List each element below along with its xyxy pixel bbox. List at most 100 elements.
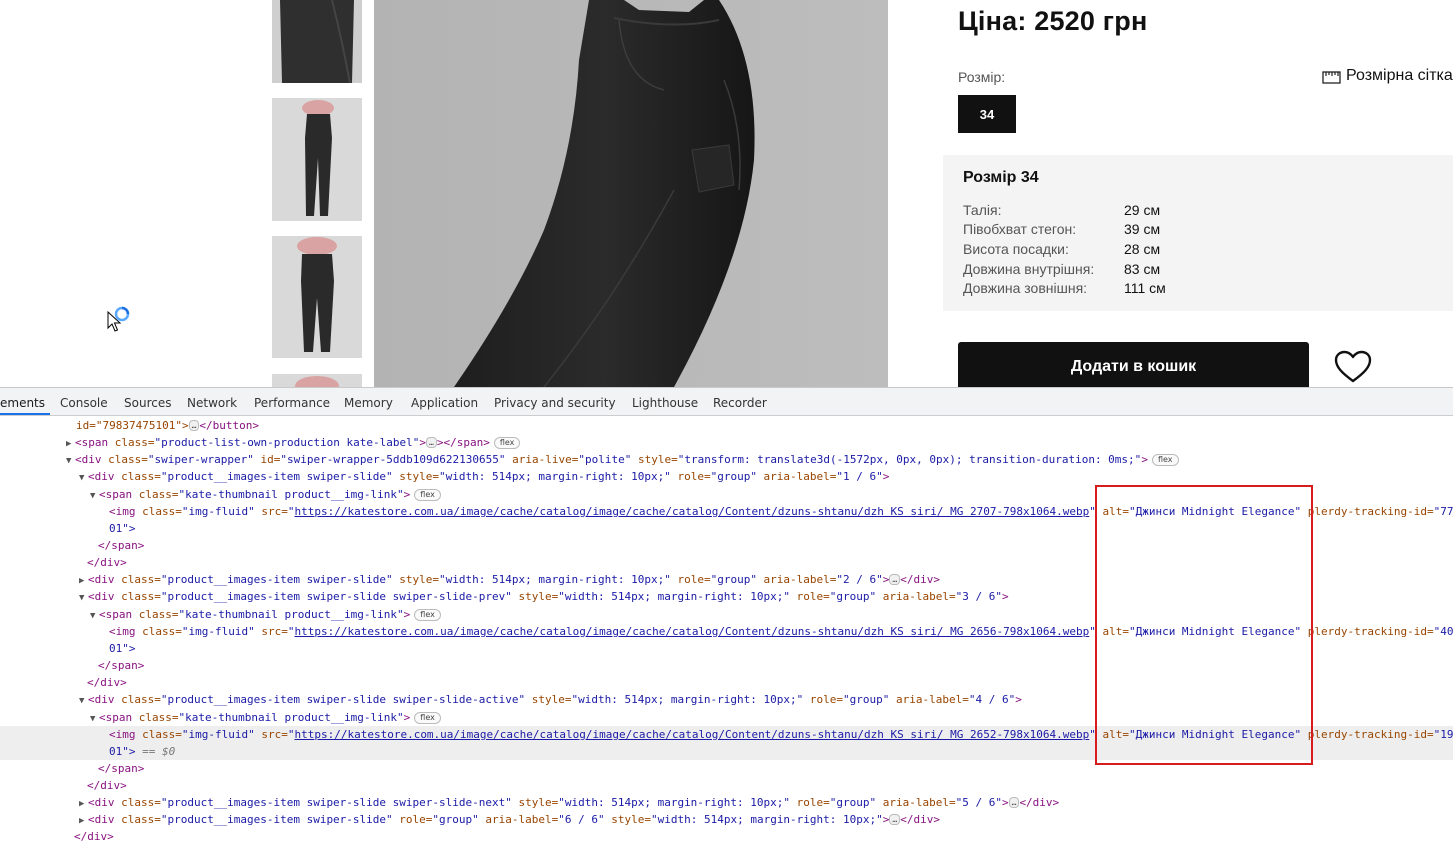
dom-value: "401: [1433, 625, 1453, 638]
alt-value: "Джинси Midnight Elegance": [1128, 728, 1302, 741]
dom-tag: </div>: [900, 813, 940, 826]
dom-line[interactable]: ▼ <span class="kate-thumbnail product__im…: [90, 709, 1453, 726]
dom-attr: id="79837475101">: [76, 419, 189, 432]
tab-memory[interactable]: Memory: [344, 396, 393, 410]
expand-arrow-icon[interactable]: ▶: [79, 796, 88, 811]
dom-line[interactable]: ▶ <div class="product__images-item swiper…: [79, 794, 1453, 811]
image-url-link[interactable]: https://katestore.com.ua/image/cache/cat…: [294, 625, 1089, 638]
dom-line[interactable]: ▼ <span class="kate-thumbnail product__im…: [90, 486, 1453, 503]
size-option-34[interactable]: 34: [958, 95, 1016, 133]
size-info-label: Талія:: [963, 202, 1002, 218]
tab-network[interactable]: Network: [187, 396, 237, 410]
collapse-arrow-icon[interactable]: ▼: [79, 590, 88, 605]
size-info-title: Розмір 34: [963, 169, 1039, 186]
dom-value: "product-list-own-production kate-label": [154, 436, 420, 449]
dom-value: "img-fluid": [181, 728, 255, 741]
dom-value: "product__images-item swiper-slide swipe…: [160, 590, 512, 603]
tab-application[interactable]: Application: [411, 396, 478, 410]
size-info-label: Довжина внутрішня:: [963, 261, 1095, 277]
collapse-arrow-icon[interactable]: ▼: [90, 711, 99, 726]
expand-arrow-icon[interactable]: ▶: [66, 436, 75, 451]
flex-badge[interactable]: flex: [414, 712, 441, 724]
dom-value: "3 / 6": [955, 590, 1002, 603]
collapse-arrow-icon[interactable]: ▼: [66, 453, 75, 468]
dom-value: "img-fluid": [181, 505, 255, 518]
dom-line[interactable]: ▶ <div class="product__images-item swiper…: [79, 571, 1453, 588]
flex-badge[interactable]: flex: [414, 489, 441, 501]
collapse-arrow-icon[interactable]: ▼: [90, 488, 99, 503]
dom-line[interactable]: </div>: [87, 674, 1453, 691]
collapsed-dots[interactable]: …: [889, 814, 901, 825]
dom-line-selected[interactable]: 01"> == $0: [0, 743, 1453, 760]
dom-line[interactable]: ▼ <div class="product__images-item swiper…: [79, 468, 1453, 485]
expand-arrow-icon[interactable]: ▶: [79, 573, 88, 588]
dom-line[interactable]: 01">: [109, 520, 1453, 537]
flex-badge[interactable]: flex: [1151, 454, 1179, 466]
thumbnail-image[interactable]: [272, 236, 362, 358]
dom-line[interactable]: id="79837475101">… </button>: [76, 417, 1453, 434]
dom-line[interactable]: </div>: [87, 554, 1453, 571]
dom-line[interactable]: </span>: [98, 537, 1453, 554]
flex-badge[interactable]: flex: [414, 609, 441, 621]
dom-line[interactable]: ▼ <span class="kate-thumbnail product__im…: [90, 606, 1453, 623]
dom-line[interactable]: ▼ <div class="swiper-wrapper" id="swiper-…: [66, 451, 1453, 468]
thumbnail-image[interactable]: [272, 0, 362, 83]
dom-line[interactable]: </span>: [98, 760, 1453, 777]
dom-line[interactable]: </div>: [87, 777, 1453, 794]
collapse-arrow-icon[interactable]: ▼: [79, 470, 88, 485]
dom-tag: </div>: [74, 830, 114, 843]
collapse-arrow-icon[interactable]: ▼: [90, 608, 99, 623]
image-url-link[interactable]: https://katestore.com.ua/image/cache/cat…: [294, 505, 1089, 518]
size-chart-link[interactable]: Розмірна сітка: [1322, 67, 1453, 85]
dom-line[interactable]: <img class="img-fluid" src="https://kate…: [109, 503, 1453, 520]
size-info-label: Півобхват стегон:: [963, 221, 1077, 237]
dom-value: "polite": [578, 453, 632, 466]
dom-attr: class=: [108, 453, 148, 466]
tab-privacy-security[interactable]: Privacy and security: [494, 396, 616, 410]
dom-line[interactable]: ▶ <span class="product-list-own-productio…: [66, 434, 1453, 451]
dom-value: "kate-thumbnail product__img-link": [178, 711, 404, 724]
dom-line[interactable]: <img class="img-fluid" src="https://kate…: [109, 623, 1453, 640]
dom-line[interactable]: 01">: [109, 640, 1453, 657]
collapsed-dots[interactable]: …: [426, 437, 437, 448]
dom-tree: id="79837475101">… </button> ▶ <span class…: [0, 417, 1453, 844]
collapsed-dots[interactable]: …: [1008, 797, 1020, 808]
thumbnail-image[interactable]: [272, 374, 362, 387]
image-url-link[interactable]: https://katestore.com.ua/image/cache/cat…: [294, 728, 1089, 741]
tab-lighthouse[interactable]: Lighthouse: [632, 396, 698, 410]
tab-performance[interactable]: Performance: [254, 396, 330, 410]
dom-line[interactable]: ▶ <div class="product__images-item swiper…: [79, 811, 1453, 828]
collapsed-dots[interactable]: …: [889, 574, 901, 585]
dom-value: "width: 514px; margin-right: 10px;": [558, 590, 791, 603]
tab-sources[interactable]: Sources: [124, 396, 171, 410]
dom-tag: ></span>: [436, 436, 490, 449]
add-to-cart-button[interactable]: Додати в кошик: [958, 342, 1309, 387]
dom-line[interactable]: </span>: [98, 657, 1453, 674]
dom-tag: <span: [75, 436, 115, 449]
collapse-arrow-icon[interactable]: ▼: [79, 693, 88, 708]
dom-line-selected[interactable]: <img class="img-fluid" src="https://kate…: [0, 726, 1453, 743]
tab-elements[interactable]: ements: [0, 396, 45, 410]
heart-icon[interactable]: [1334, 350, 1372, 384]
dom-tag: </span>: [98, 659, 145, 672]
main-product-photo[interactable]: [374, 0, 888, 387]
size-info-label: Висота посадки:: [963, 241, 1069, 257]
tab-console[interactable]: Console: [60, 396, 108, 410]
flex-badge[interactable]: flex: [493, 437, 521, 449]
dom-line[interactable]: </div>: [74, 828, 1453, 844]
dom-line[interactable]: ▼ <div class="product__images-item swiper…: [79, 588, 1453, 605]
expand-arrow-icon[interactable]: ▶: [79, 813, 88, 828]
dom-line[interactable]: ▼ <div class="product__images-item swiper…: [79, 691, 1453, 708]
thumbnail-image[interactable]: [272, 98, 362, 221]
selected-node-marker: == $0: [142, 745, 176, 758]
dom-value: "group": [710, 470, 757, 483]
dom-value: "width: 514px; margin-right: 10px;": [439, 573, 671, 586]
dom-tag: </div>: [87, 779, 127, 792]
tab-recorder[interactable]: Recorder: [713, 396, 767, 410]
collapsed-dots[interactable]: …: [188, 420, 200, 431]
dom-tag: </div>: [87, 556, 127, 569]
dom-value: "6 / 6": [558, 813, 605, 826]
alt-value: "Джинси Midnight Elegance": [1128, 505, 1302, 518]
product-price: Ціна: 2520 грн: [958, 6, 1148, 36]
size-info-value: 28 см: [1124, 241, 1161, 257]
